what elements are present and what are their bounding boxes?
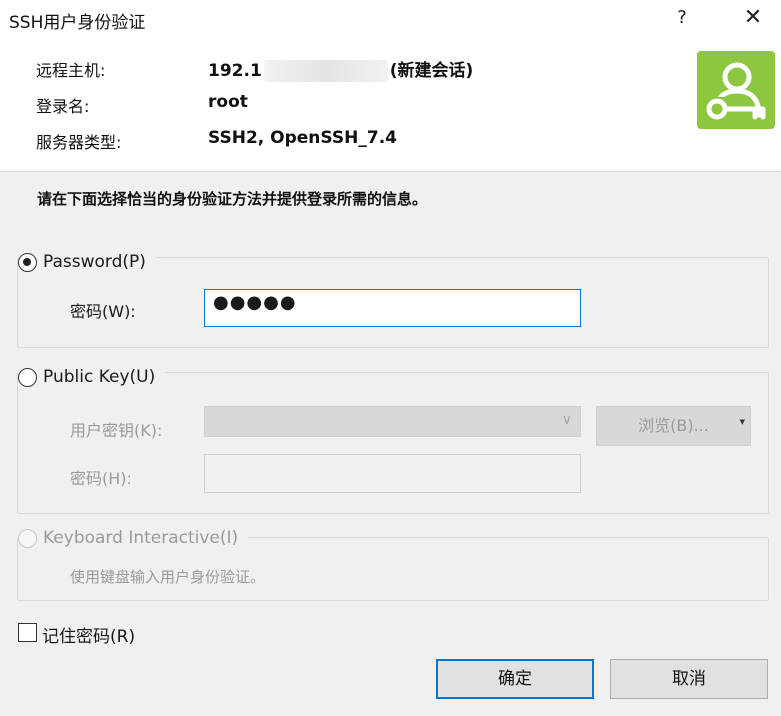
host-label: 远程主机: [36, 61, 106, 80]
browse-button[interactable]: 浏览(B)... ▼ [596, 406, 751, 446]
user-key-select[interactable]: ∨ [204, 406, 581, 437]
instruction-text: 请在下面选择恰当的身份验证方法并提供登录所需的信息。 [37, 190, 428, 208]
user-key-label: 用户密钥(K): [70, 421, 163, 440]
login-label: 登录名: [36, 97, 90, 116]
help-button[interactable]: ? [668, 4, 696, 32]
password-field-label: 密码(W): [70, 302, 136, 321]
radio-disabled-icon [18, 528, 37, 548]
title-bar: SSH用户身份验证 ? ✕ [0, 0, 781, 38]
keyboard-interactive-radio[interactable]: Keyboard Interactive(I) [18, 528, 249, 548]
server-type-value: SSH2, OpenSSH_7.4 [208, 128, 397, 148]
redacted-mask [263, 60, 388, 82]
browse-button-label: 浏览(B)... [638, 416, 709, 435]
window-title: SSH用户身份验证 [9, 13, 146, 33]
keyboard-interactive-label: Keyboard Interactive(I) [43, 528, 239, 548]
host-value-suffix: (新建会话) [389, 61, 474, 81]
close-button[interactable]: ✕ [738, 4, 768, 32]
radio-checked-icon [18, 252, 37, 272]
public-key-radio[interactable]: Public Key(U) [18, 367, 166, 387]
keyboard-interactive-description: 使用键盘输入用户身份验证。 [70, 568, 266, 586]
host-value: 192.1 (新建会话) [208, 56, 473, 82]
remember-password-label: 记住密码(R) [42, 627, 136, 647]
dropdown-caret-icon: ▼ [739, 418, 745, 426]
password-input[interactable]: ●●●●● [204, 289, 581, 327]
passphrase-input[interactable] [204, 454, 581, 493]
remember-password-checkbox[interactable] [18, 623, 37, 642]
chevron-down-icon: ∨ [561, 412, 572, 428]
host-value-prefix: 192.1 [208, 61, 262, 81]
passphrase-label: 密码(H): [70, 469, 132, 488]
password-radio-label: Password(P) [43, 252, 146, 272]
radio-unchecked-icon [18, 367, 37, 387]
cancel-button[interactable]: 取消 [610, 659, 768, 699]
server-type-label: 服务器类型: [36, 133, 122, 152]
ok-button[interactable]: 确定 [436, 659, 594, 699]
user-key-icon [697, 51, 775, 129]
password-radio[interactable]: Password(P) [18, 252, 156, 272]
auth-method-panel: 请在下面选择恰当的身份验证方法并提供登录所需的信息。 Password(P) 密… [0, 172, 781, 716]
public-key-radio-label: Public Key(U) [43, 367, 156, 387]
session-info-panel: 远程主机: 192.1 (新建会话) 登录名: root 服务器类型: SSH2,… [0, 38, 781, 172]
login-value: root [208, 92, 248, 112]
